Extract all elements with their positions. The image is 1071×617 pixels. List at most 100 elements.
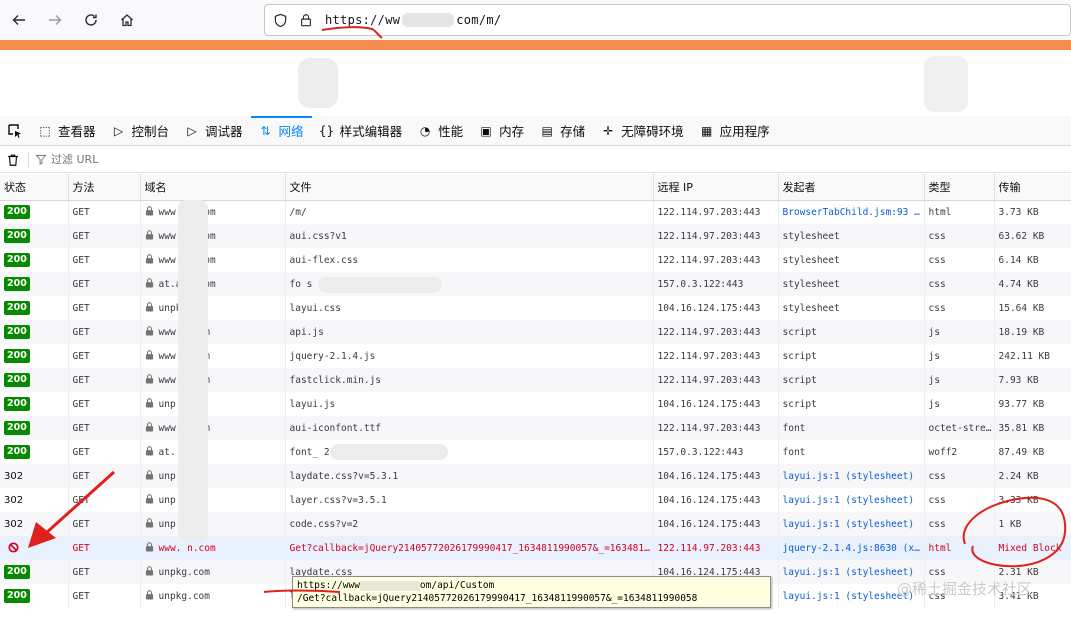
type-cell: js [924, 320, 995, 344]
home-button[interactable] [110, 3, 144, 37]
column-header[interactable]: 方法 [68, 174, 141, 201]
method-cell-text: GET [72, 206, 90, 218]
table-row[interactable]: 200 GET www.j .comaui-flex.css 122.114.97.2… [0, 248, 1071, 272]
type-cell-text: js [928, 350, 940, 362]
table-row[interactable]: 200 GET www. .comfastclick.min.js 122.114.9… [0, 368, 1071, 392]
table-row[interactable]: 200 GET unpk layui.css 104.16.124.175:443 sty… [0, 296, 1071, 320]
table-row[interactable]: 200 GET www. .comaui-iconfont.ttf 122.114.9… [0, 416, 1071, 440]
domain-cell: www. .com [140, 416, 286, 440]
status-badge: 200 [4, 325, 30, 339]
method-cell-text: GET [72, 470, 90, 482]
lock-icon [145, 302, 154, 312]
remote-ip-cell: 122.114.97.203:443 [653, 200, 779, 224]
style-editor-icon: {} [318, 123, 335, 138]
table-row[interactable]: 200 GET www. .comapi.js 122.114.97.203:443 s… [0, 320, 1071, 344]
method-cell-text: GET [72, 398, 90, 410]
type-cell: css [924, 296, 995, 320]
type-cell-text: js [928, 374, 940, 386]
reload-button[interactable] [74, 3, 108, 37]
domain-text: unp [158, 471, 176, 482]
tab-application[interactable]: ▦ 应用程序 [692, 116, 778, 145]
back-button[interactable] [2, 3, 36, 37]
file-cell: laydate.css?v=5.3.1 [285, 464, 654, 488]
table-row[interactable]: GET www. n.com Get?callback=jQuery21405772… [0, 536, 1071, 560]
tab-console[interactable]: ▷ 控制台 [104, 116, 178, 145]
home-icon [121, 14, 133, 27]
element-picker-button[interactable] [0, 116, 30, 145]
file-cell-text: api.js [289, 326, 324, 338]
file-cell-text: fo s [289, 278, 313, 290]
type-cell-text: css [928, 470, 946, 482]
initiator-cell-text: BrowserTabChild.jsm:93 (document) [782, 206, 924, 218]
forward-button[interactable] [38, 3, 72, 37]
column-header[interactable]: 文件 [285, 174, 654, 201]
remote-ip-cell-text: 122.114.97.203:443 [657, 326, 761, 338]
file-cell: layui.js [285, 392, 654, 416]
tab-inspector[interactable]: ⬚ 查看器 [30, 116, 104, 145]
transfer-cell-text: 63.62 KB [998, 230, 1045, 242]
table-row[interactable]: 200GETat. .comfont_ 2?t=1634272560061157… [0, 440, 1071, 464]
tab-accessibility[interactable]: ✛ 无障碍环境 [593, 116, 692, 145]
table-row[interactable]: 302 GET unp layer.css?v=3.5.1 104.16.124.175… [0, 488, 1071, 512]
table-row[interactable]: 302 GET unp code.css?v=2 104.16.124.175:443 l… [0, 512, 1071, 536]
console-icon: ▷ [113, 123, 124, 138]
tab-storage[interactable]: ▤ 存储 [532, 116, 593, 145]
table-header: 状态 方法 域名 文件 远程 IP 发起者 类型 传输 [0, 174, 1071, 201]
tab-memory[interactable]: ▣ 内存 [471, 116, 532, 145]
file-cell: layer.css?v=3.5.1 [285, 488, 654, 512]
method-cell: GET [68, 296, 141, 320]
transfer-cell-text: 87.49 KB [998, 446, 1045, 458]
domain-text: unp [158, 399, 176, 410]
type-cell-text: css [928, 230, 946, 242]
file-cell-text: aui-iconfont.ttf [289, 422, 382, 434]
status-cell: 200 [0, 368, 69, 392]
column-header[interactable]: 发起者 [778, 174, 925, 201]
file-cell: Get?callback=jQuery21405772026179990417_… [285, 536, 654, 560]
table-row[interactable]: 302 GET unp laydate.css?v=5.3.1 104.16.124.1… [0, 464, 1071, 488]
lock-icon [145, 398, 154, 408]
transfer-cell-text: 7.93 KB [998, 374, 1039, 386]
type-cell-text: css [928, 302, 946, 314]
column-header[interactable]: 远程 IP [653, 174, 779, 201]
lock-icon[interactable] [299, 12, 315, 28]
tooltip-url-query: /Get?callback=jQuery21405772026179990417… [297, 593, 698, 604]
clear-button[interactable] [0, 153, 26, 167]
method-cell: GET [68, 224, 141, 248]
column-header[interactable]: 域名 [140, 174, 286, 201]
remote-ip-cell-text: 104.16.124.175:443 [657, 470, 761, 482]
column-header[interactable]: 类型 [924, 174, 995, 201]
tab-label: 应用程序 [719, 124, 770, 139]
transfer-cell: 15.64 KB [994, 296, 1071, 320]
tab-label: 调试器 [205, 124, 243, 139]
table-row[interactable]: 200 GET unp layui.js 104.16.124.175:443 scrip… [0, 392, 1071, 416]
type-cell: js [924, 368, 995, 392]
status-cell: 200 [0, 272, 69, 296]
tab-style-editor[interactable]: {} 样式编辑器 [312, 116, 411, 145]
table-row[interactable]: 200 GET www.j .com/m/122.114.97.203:443 Bro… [0, 200, 1071, 224]
tab-network[interactable]: ⇅ 网络 [250, 116, 312, 145]
url-bar[interactable]: https://ww com/m/ [264, 4, 1071, 36]
table-row[interactable]: 200 GET at.al .comfo s 157.0.3.122:443 style… [0, 272, 1071, 296]
status-cell: 200 [0, 224, 69, 248]
method-cell-text: GET [72, 230, 90, 242]
tab-performance[interactable]: ◔ 性能 [410, 116, 471, 145]
initiator-cell-text: layui.js:1 (stylesheet) [782, 590, 915, 602]
file-cell: jquery-2.1.4.js [285, 344, 654, 368]
initiator-cell-text: layui.js:1 (stylesheet) [782, 566, 915, 578]
filter-urls-input[interactable] [51, 153, 351, 166]
remote-ip-cell: 104.16.124.175:443 [653, 512, 779, 536]
remote-ip-cell-text: 157.0.3.122:443 [657, 446, 744, 458]
status-code: 302 [4, 470, 24, 482]
method-cell: GET [68, 368, 141, 392]
tab-debugger[interactable]: ▷ 调试器 [177, 116, 251, 145]
domain-text: unp [158, 495, 176, 506]
column-header[interactable]: 传输 [994, 174, 1071, 201]
table-row[interactable]: 200 GET www.j .comaui.css?v1 122.114.97.203… [0, 224, 1071, 248]
column-header[interactable]: 状态 [0, 174, 69, 201]
table-row[interactable]: 200 GET www. .comjquery-2.1.4.js 122.114.97… [0, 344, 1071, 368]
transfer-cell-text: 1 KB [998, 518, 1022, 530]
shield-icon[interactable] [273, 12, 289, 28]
type-cell: css [924, 512, 995, 536]
type-cell: css [924, 248, 995, 272]
accessibility-icon: ✛ [603, 123, 614, 138]
